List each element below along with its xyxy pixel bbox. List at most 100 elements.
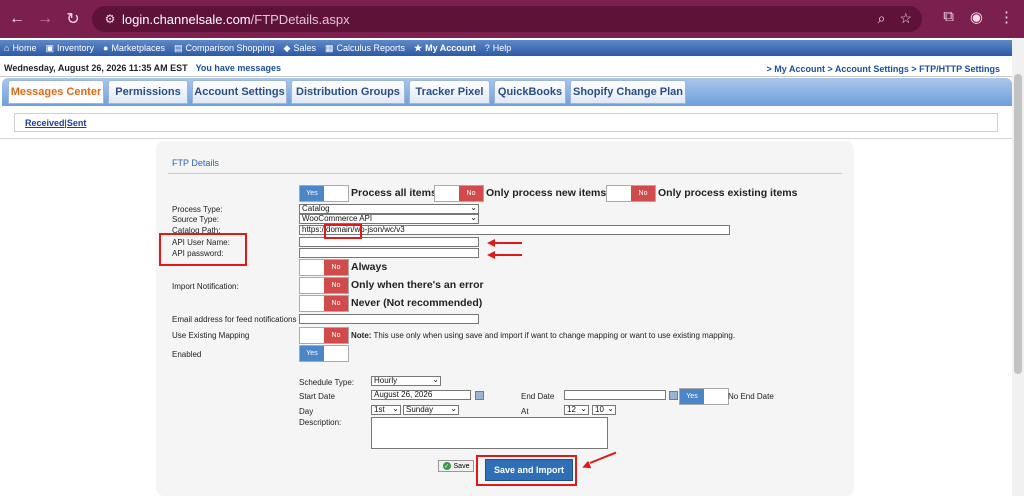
weekday-value: Sunday [406,405,434,414]
site-info-icon[interactable]: ⚙ [98,12,122,26]
scroll-thumb[interactable] [1014,74,1022,374]
day-label: Day [299,407,314,416]
toggle-no: No [324,328,348,343]
address-bar[interactable]: ⚙ login.channelsale.com/FTPDetails.aspx … [92,6,922,32]
notify-never-label: Never (Not recommended) [351,297,483,309]
source-type-label: Source Type: [172,215,219,224]
process-all-toggle[interactable]: Yes [299,185,349,202]
tab-account-settings[interactable]: Account Settings [192,80,287,104]
toggle-yes: Yes [680,389,704,404]
tab-quickbooks[interactable]: QuickBooks [494,80,566,104]
bookmark-star-icon[interactable]: ☆ [899,10,912,27]
tab-shopify-change-plan[interactable]: Shopify Change Plan [570,80,686,104]
received-link[interactable]: Received [25,118,65,128]
menu-comparison-shopping[interactable]: ▤ Comparison Shopping [174,43,275,54]
notify-never-toggle[interactable]: No [299,295,349,312]
end-date-label: End Date [521,392,555,401]
process-existing-toggle[interactable]: No [606,185,656,202]
star-icon: ★ [414,42,423,53]
chevron-down-icon: ⌄ [470,213,477,222]
menu-label: Marketplaces [111,43,165,53]
messages-link[interactable]: You have messages [196,63,281,73]
globe-icon: ● [103,43,109,53]
inventory-icon: ▣ [45,42,54,53]
weekday-select[interactable]: Sunday ⌄ [403,405,459,415]
process-new-toggle[interactable]: No [434,185,484,202]
at-label: At [521,407,529,416]
start-date-input[interactable]: August 26, 2026 [371,390,471,400]
status-row: Wednesday, August 26, 2026 11:35 AM EST … [0,60,1012,77]
zoom-icon[interactable]: ⌕ [878,10,886,27]
profile-icon[interactable]: ◉ [970,8,983,26]
report-icon: ▦ [324,42,334,53]
menu-marketplaces[interactable]: ● Marketplaces [103,43,165,53]
chevron-down-icon: ⌄ [392,404,399,413]
reload-icon[interactable]: ↻ [62,8,84,30]
forward-icon[interactable]: → [34,8,56,30]
api-password-input[interactable] [299,248,479,258]
tab-tracker-pixel[interactable]: Tracker Pixel [409,80,490,104]
menu-inventory[interactable]: ▣ Inventory [45,43,94,54]
note-bold: Note: [351,331,372,340]
back-icon[interactable]: ← [6,8,28,30]
check-icon: ✓ [442,462,451,470]
chevron-down-icon: ⌄ [470,203,477,212]
annotation-arrowhead-user [487,239,495,247]
save-button[interactable]: ✓ Save [438,460,474,472]
no-end-date-label: No End Date [728,392,774,401]
enabled-toggle[interactable]: Yes [299,345,349,362]
process-type-label: Process Type: [172,205,223,214]
description-label: Description: [299,418,342,427]
current-date: Wednesday, August 26, 2026 11:35 AM EST [4,63,188,73]
menu-label: Comparison Shopping [185,43,275,53]
help-icon: ? [484,43,490,53]
schedule-type-value: Hourly [374,376,398,385]
divider [0,138,1012,139]
process-type-select[interactable]: Catalog ⌄ [299,204,479,214]
page-scrollbar[interactable] [1012,38,1024,496]
schedule-type-select[interactable]: Hourly ⌄ [371,376,441,386]
menu-label: Inventory [56,43,94,53]
menu-help[interactable]: ? Help [485,43,512,53]
process-all-label: Process all items [351,187,437,199]
day-select[interactable]: 1st ⌄ [371,405,401,415]
no-end-date-toggle[interactable]: Yes [679,388,729,405]
process-type-value: Catalog [302,204,330,213]
tab-permissions[interactable]: Permissions [108,80,188,104]
menu-dots-icon[interactable]: ⋮ [999,8,1014,26]
sent-link[interactable]: Sent [67,118,87,128]
menu-home[interactable]: ⌂ Home [4,43,36,53]
tab-messages-center[interactable]: Messages Center [8,80,104,104]
menu-my-account[interactable]: ★ My Account [414,43,476,54]
extensions-icon[interactable]: ⧉ [943,8,954,26]
tab-distribution-groups[interactable]: Distribution Groups [291,80,405,104]
chevron-down-icon: ⌄ [607,404,614,413]
import-notification-label: Import Notification: [172,282,239,291]
minute-value: 10 [595,405,604,414]
breadcrumb[interactable]: > My Account > Account Settings > FTP/HT… [767,64,1000,74]
notify-always-toggle[interactable]: No [299,259,349,276]
mapping-toggle[interactable]: No [299,327,349,344]
mapping-note: Note: This use only when using save and … [351,331,735,340]
toggle-no: No [324,278,348,293]
catalog-path-input[interactable]: https://domain/wp-json/wc/v3 [299,225,730,235]
minute-select[interactable]: 10 ⌄ [592,405,616,415]
menu-calculus-reports[interactable]: ▦ Calculus Reports [325,43,405,54]
email-input[interactable] [299,314,479,324]
process-new-label: Only process new items [486,187,607,199]
catalog-path-suffix: wp-json/wc/v3 [354,225,405,234]
notify-error-toggle[interactable]: No [299,277,349,294]
source-type-select[interactable]: WooCommerce API ⌄ [299,214,479,224]
calendar-icon[interactable] [475,391,484,400]
calendar-icon[interactable] [669,391,678,400]
description-textarea[interactable] [371,417,608,449]
end-date-input[interactable] [564,390,666,400]
enabled-label: Enabled [172,350,202,359]
annotation-arrow-password [494,254,522,256]
menu-label: Calculus Reports [336,43,406,53]
toggle-yes: Yes [300,186,324,201]
hour-select[interactable]: 12 ⌄ [564,405,589,415]
chevron-down-icon: ⌄ [432,375,439,384]
menu-sales[interactable]: ◆ Sales [284,43,316,54]
sales-icon: ◆ [283,42,291,53]
